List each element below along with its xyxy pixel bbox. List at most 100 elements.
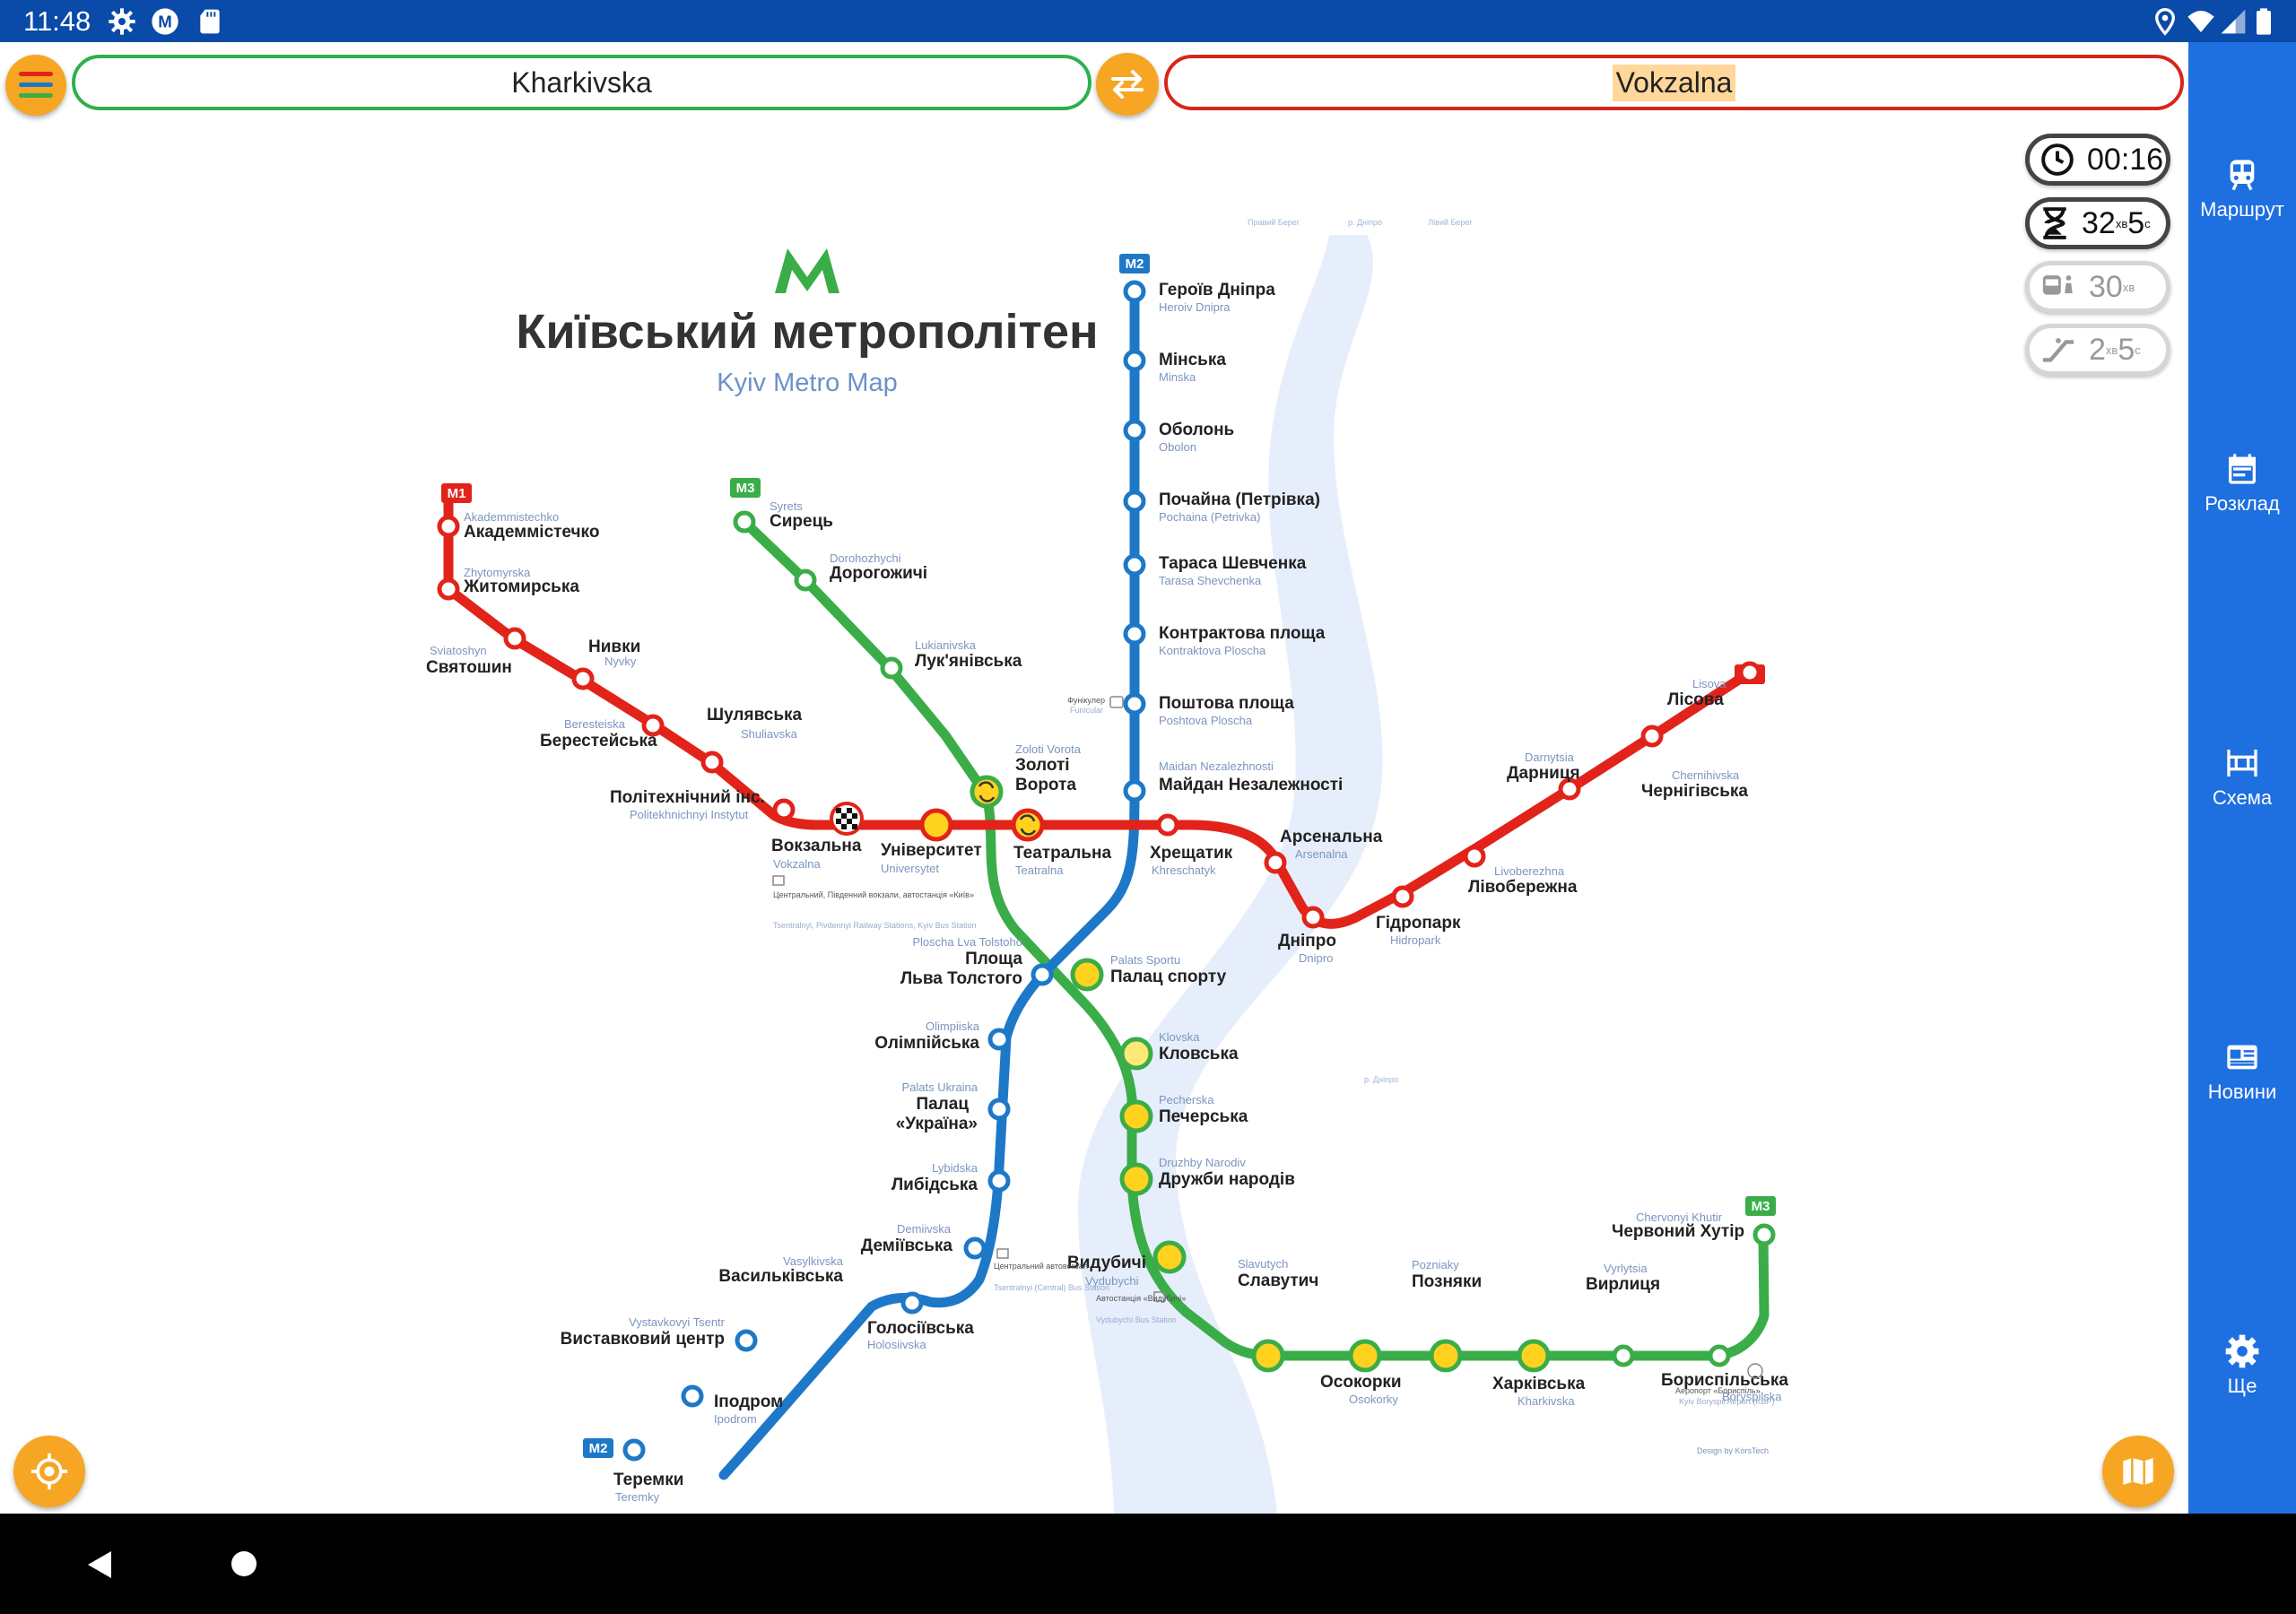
label-en-slavutych: Slavutych [1238,1257,1288,1271]
home-icon[interactable] [230,1549,258,1578]
station-lybidska[interactable] [987,1169,1011,1193]
route-station-druzhby-narodiv[interactable] [1119,1162,1153,1196]
swap-stations-button[interactable] [1096,53,1159,116]
station-syrets[interactable] [733,510,756,534]
station-holosiivska[interactable] [900,1291,924,1315]
station-sviatoshyn[interactable] [503,627,526,650]
label-maidan: Майдан Незалежності [1159,776,1343,794]
label-en-demiivska: Demiivska [897,1222,952,1236]
label-teatralna: Театральна [1013,844,1111,863]
station-nyvky[interactable] [571,667,595,690]
route-station-pecherska[interactable] [1119,1099,1153,1133]
station-arsenalna[interactable] [1264,851,1287,874]
station-maidan[interactable] [1123,779,1146,803]
station-palats-ukraina[interactable] [987,1098,1011,1121]
route-station-palats-sportu[interactable] [1070,958,1104,992]
sd-card-icon [200,9,220,34]
station-zhytomyrska[interactable] [437,577,460,601]
locate-me-button[interactable] [13,1436,85,1507]
station-chernihivska[interactable] [1640,725,1664,748]
news-icon [2227,1045,2257,1070]
station-pochaina[interactable] [1123,490,1146,513]
station-dorohozhychi[interactable] [794,568,817,592]
station-ipodrom[interactable] [681,1384,704,1408]
station-akademmistechko[interactable] [437,515,460,538]
station-olimpiiska[interactable] [987,1028,1011,1051]
label-en-vasylkivska: Vasylkivska [783,1254,844,1268]
station-livoberezhna[interactable] [1463,845,1486,868]
from-station-field[interactable]: Kharkivska [72,55,1091,110]
station-boryspilska[interactable] [1708,1344,1731,1367]
route-station-slavutych[interactable] [1251,1339,1285,1373]
transfer-unit-sec: с [2135,343,2141,357]
station-shuliavska[interactable] [700,751,724,774]
label-ploshcha-lva-1: Площа [965,950,1022,968]
station-dnipro[interactable] [1301,906,1325,929]
label-en-livoberezhna: Livoberezhna [1494,864,1565,878]
route-station-kharkivska[interactable] [1517,1339,1551,1373]
station-chervonyi-khutir[interactable] [1752,1223,1776,1246]
station-ploshcha-lva[interactable] [1031,963,1054,986]
back-icon[interactable] [84,1549,113,1580]
station-tarasa-shevchenka[interactable] [1123,553,1146,577]
station-vystavkovyi[interactable] [735,1329,758,1352]
hamburger-icon [19,72,53,98]
gear-icon [109,8,135,35]
label-sviatoshyn: Святошин [426,658,512,677]
station-lukianivska[interactable] [880,656,903,680]
rail-label-scheme: Схема [2212,786,2273,809]
rail-item-scheme[interactable]: Схема [2188,745,2296,810]
rail-label-route: Маршрут [2200,198,2284,221]
label-vasylkivska: Васильківська [718,1267,843,1286]
label-en-sviatoshyn: Sviatoshyn [430,644,487,657]
duration-unit-sec: с [2144,216,2151,230]
label-druzhby-narodiv: Дружби народів [1159,1170,1295,1189]
note-demiivska-en: Tsentralnyi (Central) Bus Station [994,1283,1109,1292]
label-heroiv-dnipra: Героїв Дніпра [1159,281,1275,299]
label-en-syrets: Syrets [770,499,803,513]
escalator-icon [2042,338,2074,362]
label-dorohozhychi: Дорогожичі [830,564,927,583]
signal-icon [2221,9,2246,34]
station-demiivska[interactable] [963,1237,987,1260]
rail-item-more[interactable]: Ще [2188,1333,2296,1398]
station-obolon[interactable] [1123,419,1146,442]
station-kontraktova[interactable] [1123,622,1146,646]
route-station-klovska[interactable] [1119,1037,1153,1071]
map-layers-button[interactable] [2102,1436,2174,1507]
label-dnipro: Дніпро [1278,932,1336,950]
route-station-pozniaky[interactable] [1429,1339,1463,1373]
rail-item-schedule[interactable]: Розклад [2188,451,2296,516]
station-hidropark[interactable] [1391,885,1414,908]
route-station-vydubychi[interactable] [1152,1240,1187,1274]
river-label-right-bank: Правий Берег [1248,218,1300,227]
station-heroiv-dnipra[interactable] [1123,280,1146,303]
station-khreshchatyk[interactable] [1156,813,1179,837]
station-minska[interactable] [1123,349,1146,372]
station-politekhnichnyi[interactable] [772,798,796,821]
badge-m3-south: M3 [1745,1196,1776,1216]
badge-m3-north: M3 [730,478,761,498]
route-station-universytet[interactable] [919,808,953,842]
badge-m1-west-label: M1 [448,486,466,501]
metro-map-svg[interactable]: Правий Берег р. Дніпро Лівий Берег р. Дн… [387,177,1796,1556]
label-palats-ukraina-1: Палац [916,1095,969,1114]
station-lisova[interactable] [1738,661,1761,684]
station-darnytsia[interactable] [1558,777,1581,801]
destination-marker-vokzalna[interactable] [830,802,864,836]
to-station-field[interactable]: Vokzalna [1164,55,2184,110]
badge-m3-north-label: M3 [736,481,755,496]
station-poshtova[interactable] [1123,692,1146,716]
station-vyrlytsia[interactable] [1612,1344,1635,1367]
metro-map[interactable]: Правий Берег р. Дніпро Лівий Берег р. Дн… [387,177,1796,1556]
station-teremky[interactable] [622,1438,646,1462]
calendar-icon [2229,454,2256,484]
route-station-osokorky[interactable] [1348,1339,1382,1373]
label-darnytsia: Дарниця [1507,764,1580,783]
rail-item-route[interactable]: Маршрут [2188,157,2296,221]
menu-button[interactable] [5,55,66,116]
label-zoloti-vorota-2: Ворота [1015,776,1076,794]
rail-item-news[interactable]: Новини [2188,1039,2296,1104]
label-en-beresteiska: Beresteiska [564,717,626,731]
travel-time-value: 00:16 [2087,142,2164,177]
